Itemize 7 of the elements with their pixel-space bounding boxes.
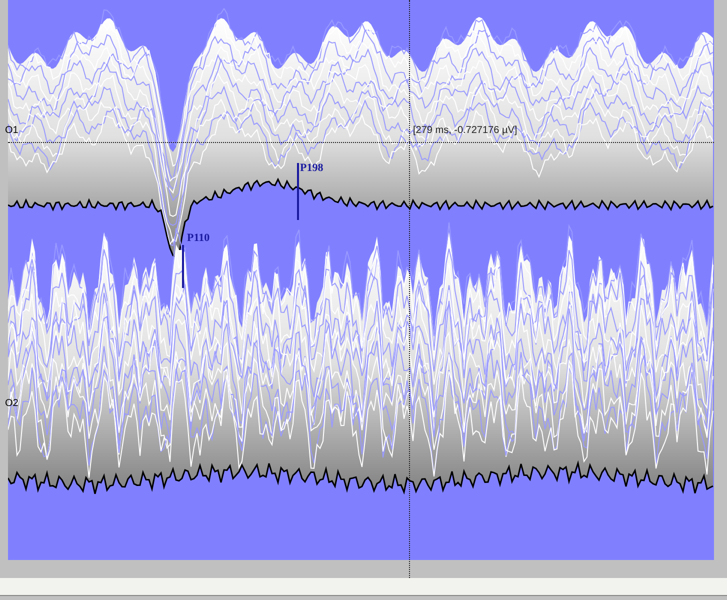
peak-label: P198 [300,162,324,175]
channel-label: O2 [5,398,18,410]
cursor-readout: [279 ms, -0.727176 µV] [413,125,518,137]
peak-marker [182,245,184,288]
peak-marker [297,163,299,220]
peak-label: P110 [187,232,210,245]
channel-label: O1 [5,125,18,137]
